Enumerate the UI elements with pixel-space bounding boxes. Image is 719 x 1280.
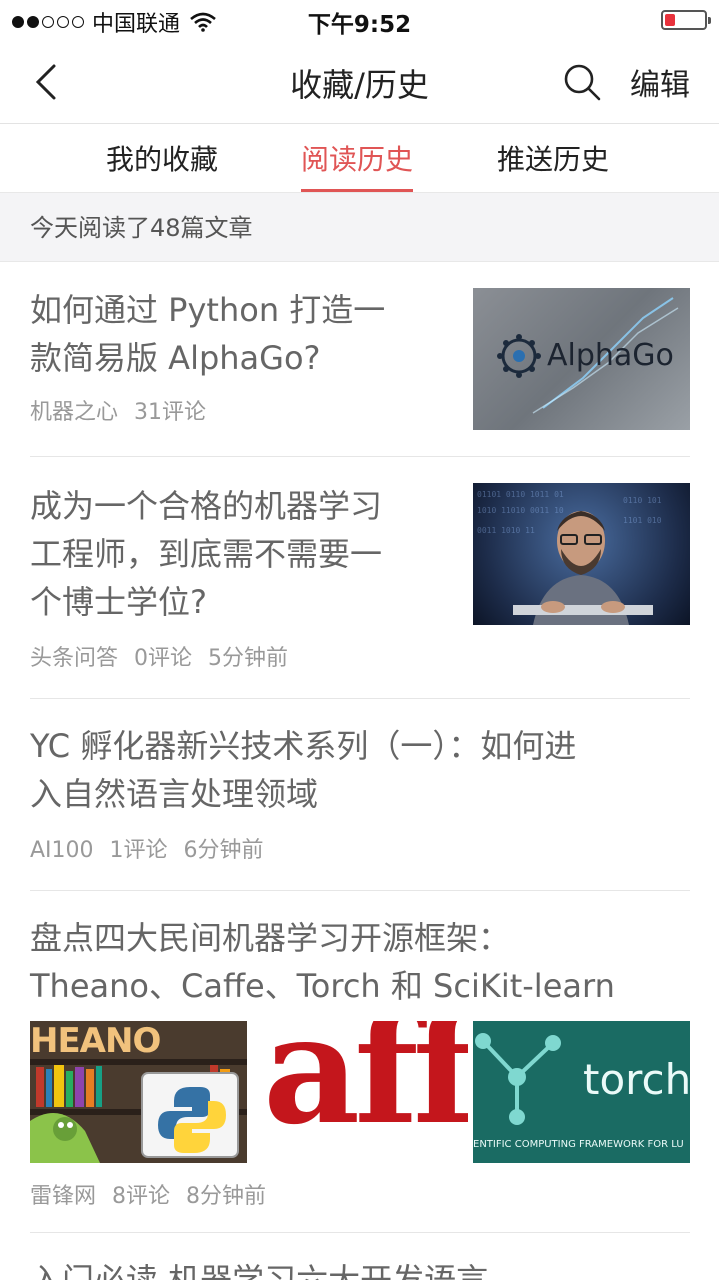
theano-thumbnail: HEANO [30,1021,247,1163]
reading-summary: 今天阅读了48篇文章 [0,192,719,262]
divider [30,1232,690,1233]
article-title: YC 孵化器新兴技术系列（一）：如何进 入自然语言处理领域 [30,727,577,813]
list-item[interactable]: 盘点四大民间机器学习开源框架： Theano、Caffe、Torch 和 Sci… [30,914,690,1010]
search-icon[interactable] [562,62,602,102]
list-item[interactable]: 入门必读 机器学习六大开发语言 [30,1256,690,1280]
svg-text:0011 1010 11: 0011 1010 11 [477,526,535,535]
battery-icon [661,10,711,30]
article-time: 6分钟前 [183,838,264,863]
thumb-text: aff [263,1021,468,1158]
article-title: 如何通过 Python 打造一 款简易版 AlphaGo? [30,291,386,377]
article-meta-row: 雷锋网 8评论 8分钟前 [30,1178,690,1210]
status-time: 下午9:52 [307,12,412,38]
article-time: 8分钟前 [186,1184,267,1209]
divider [30,890,690,891]
tab-favorites[interactable]: 我的收藏 [106,138,218,192]
article-comments: 8评论 [112,1184,171,1209]
article-thumbnail: AlphaGo [473,288,690,430]
engineer-photo-icon: 01101 0110 1011 01 1010 11010 0011 10 01… [477,490,662,625]
tab-reading-history[interactable]: 阅读历史 [301,138,414,192]
article-source: 机器之心 [30,400,119,425]
list-item[interactable]: YC 孵化器新兴技术系列（一）：如何进 入自然语言处理领域 AI100 1评论 6分… [30,722,690,864]
svg-text:01101 0110 1011 01: 01101 0110 1011 01 [477,490,564,499]
article-thumbnail: 01101 0110 1011 01 1010 11010 0011 10 01… [473,483,690,625]
thumb-text: HEANO [30,1021,161,1061]
svg-text:0110 101: 0110 101 [623,496,662,505]
article-comments: 1评论 [109,838,168,863]
thumb-text: AlphaGo [547,338,674,373]
article-title: 入门必读 机器学习六大开发语言 [30,1261,489,1280]
caffe-thumbnail: aff [251,1021,468,1163]
article-meta: AI100 1评论 6分钟前 [30,832,690,864]
status-bar: 中国联通 下午9:52 [0,0,719,40]
svg-text:1101 010: 1101 010 [623,516,662,525]
article-meta: 头条问答 0评论 5分钟前 [30,640,690,672]
article-source: 雷锋网 [30,1184,97,1209]
article-title: 盘点四大民间机器学习开源框架： Theano、Caffe、Torch 和 Sci… [30,919,615,1005]
article-meta: 雷锋网 8评论 8分钟前 [30,1178,690,1210]
edit-button[interactable]: 编辑 [630,60,690,104]
thumb-caption: ENTIFIC COMPUTING FRAMEWORK FOR LU [473,1139,684,1150]
article-time: 5分钟前 [208,646,289,671]
page-title: 收藏/历史 [290,66,429,104]
article-comments: 0评论 [134,646,193,671]
tab-push-history[interactable]: 推送历史 [497,138,609,192]
article-source: AI100 [30,838,94,863]
thumb-text: torch [583,1055,690,1104]
svg-text:1010 11010 0011 10: 1010 11010 0011 10 [477,506,564,515]
nav-bar: 收藏/历史 编辑 [0,40,719,124]
article-title: 成为一个合格的机器学习 工程师，到底需不需要一 个博士学位? [30,487,383,621]
torch-thumbnail: torch ENTIFIC COMPUTING FRAMEWORK FOR LU [473,1021,690,1163]
article-comments: 31评论 [134,400,207,425]
divider [30,456,690,457]
tab-bar: 我的收藏 阅读历史 推送历史 [0,124,719,192]
divider [30,698,690,699]
article-source: 头条问答 [30,646,119,671]
